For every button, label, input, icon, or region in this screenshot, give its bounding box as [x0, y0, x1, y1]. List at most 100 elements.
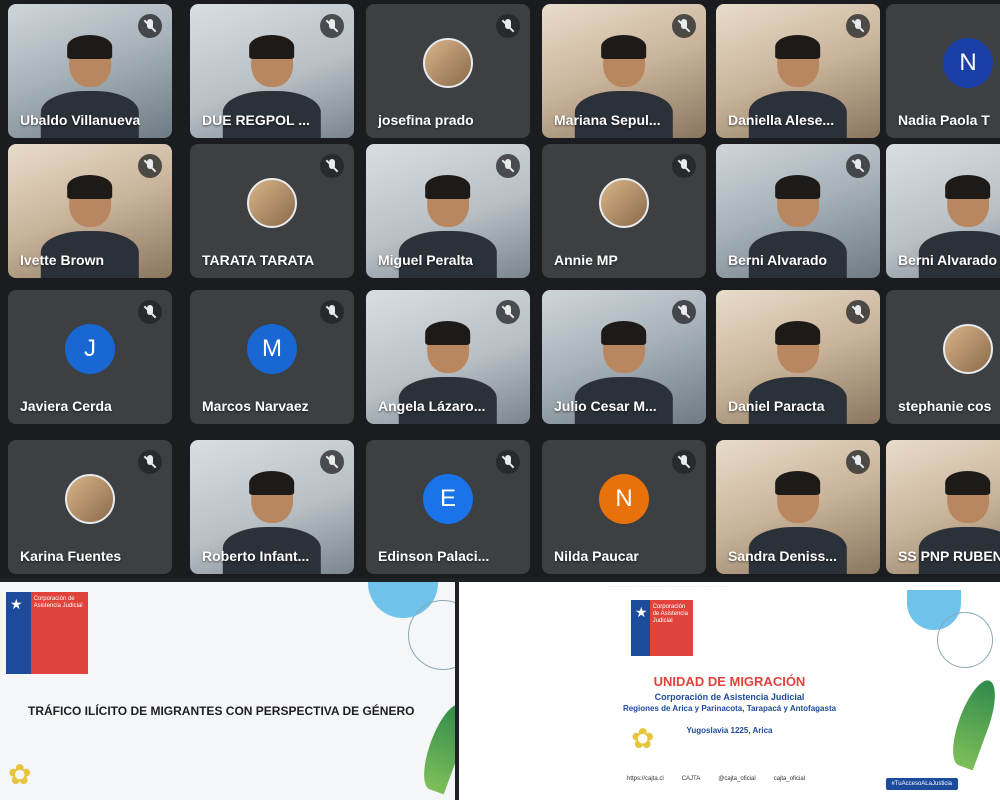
mic-off-icon [138, 450, 162, 474]
participant-avatar [599, 177, 649, 228]
slide-regions: Regiones de Arica y Parinacota, Tarapacá… [622, 704, 837, 713]
logo-text: Corporación de Asistencia Judicial [30, 592, 88, 674]
participant-tile[interactable]: E Edinson Palaci... [366, 440, 530, 574]
institution-logo: Corporación de Asistencia Judicial [6, 592, 88, 674]
participant-avatar [247, 177, 297, 228]
browser-bar-text: ··········· ·········· ··········· ·····… [609, 584, 728, 590]
mic-off-icon [320, 300, 344, 324]
participant-avatar [65, 473, 115, 524]
participant-name: Nilda Paucar [554, 548, 639, 564]
participant-name: DUE REGPOL ... [202, 112, 310, 128]
participant-name: Ivette Brown [20, 252, 105, 268]
footer-link: @cajta_oficial [718, 776, 756, 782]
participant-tile[interactable]: Miguel Peralta [366, 144, 530, 278]
participant-name: Annie MP [554, 252, 618, 268]
participant-name: Mariana Sepul... [554, 112, 661, 128]
mic-off-icon [138, 14, 162, 38]
slide-title: UNIDAD DE MIGRACIÓN [653, 674, 806, 689]
participant-name: Berni Alvarado [728, 252, 828, 268]
mic-off-icon [672, 154, 696, 178]
participant-name: stephanie cos [898, 398, 992, 414]
participant-tile[interactable]: SS PNP RUBEN [886, 440, 1000, 574]
participant-tile[interactable]: Berni Alvarado [716, 144, 880, 278]
participant-tile[interactable]: TARATA TARATA [190, 144, 354, 278]
presentation-slide-right: ··········· ·········· ··········· ·····… [459, 582, 1000, 800]
participant-tile[interactable]: Daniel Paracta [716, 290, 880, 424]
participant-name: Ubaldo Villanueva [20, 112, 141, 128]
participant-tile[interactable]: Angela Lázaro... [366, 290, 530, 424]
participant-name: Miguel Peralta [378, 252, 473, 268]
participant-tile[interactable]: J Javiera Cerda [8, 290, 172, 424]
hashtag-badge: #TuAccesoALaJusticia [885, 778, 958, 790]
participant-name: Angela Lázaro... [378, 398, 486, 414]
participant-tile[interactable]: stephanie cos [886, 290, 1000, 424]
video-grid: Ubaldo Villanueva DUE REGPOL ... josefina … [0, 0, 1000, 578]
mic-off-icon [846, 154, 870, 178]
mic-off-icon [138, 300, 162, 324]
participant-tile[interactable]: Julio Cesar M... [542, 290, 706, 424]
mic-off-icon [320, 14, 344, 38]
participant-name: TARATA TARATA [202, 252, 315, 268]
participant-name: Berni Alvarado [898, 252, 998, 268]
participant-tile[interactable]: Ivette Brown [8, 144, 172, 278]
participant-name: SS PNP RUBEN [898, 548, 1000, 564]
mic-off-icon [496, 154, 520, 178]
participant-name: Javiera Cerda [20, 398, 112, 414]
mic-off-icon [496, 300, 520, 324]
participant-tile[interactable]: Ubaldo Villanueva [8, 4, 172, 138]
slide-title: TRÁFICO ILÍCITO DE MIGRANTES CON PERSPEC… [28, 704, 415, 718]
participant-tile[interactable]: Daniella Alese... [716, 4, 880, 138]
participant-name: Sandra Deniss... [728, 548, 837, 564]
participant-name: Karina Fuentes [20, 548, 122, 564]
participant-tile[interactable]: josefina prado [366, 4, 530, 138]
participant-tile[interactable]: N Nadia Paola T [886, 4, 1000, 138]
participant-tile[interactable]: M Marcos Narvaez [190, 290, 354, 424]
mic-off-icon [138, 154, 162, 178]
participant-avatar [943, 323, 993, 374]
institution-logo: Corporación de Asistencia Judicial [631, 600, 693, 656]
mic-off-icon [496, 450, 520, 474]
participant-avatar: N [943, 37, 993, 88]
footer-link: CAJTA [681, 776, 701, 782]
slide-subtitle: Corporación de Asistencia Judicial [654, 692, 805, 702]
participant-tile[interactable]: Mariana Sepul... [542, 4, 706, 138]
participant-name: Marcos Narvaez [202, 398, 309, 414]
mic-off-icon [846, 300, 870, 324]
participant-tile[interactable]: DUE REGPOL ... [190, 4, 354, 138]
mic-off-icon [320, 450, 344, 474]
presentation-slide-left: Corporación de Asistencia Judicial ✿ TRÁ… [0, 582, 455, 800]
mic-off-icon [496, 14, 520, 38]
participant-avatar: E [423, 473, 473, 524]
participant-name: josefina prado [378, 112, 474, 128]
participant-tile[interactable]: Karina Fuentes [8, 440, 172, 574]
participant-avatar [423, 37, 473, 88]
logo-text: Corporación de Asistencia Judicial [649, 600, 693, 656]
footer-link: https://cajta.cl [627, 776, 664, 782]
decorative-shape [937, 612, 993, 668]
participant-name: Julio Cesar M... [554, 398, 657, 414]
mic-off-icon [672, 14, 696, 38]
decorative-leaf [415, 699, 455, 795]
participant-tile[interactable]: Berni Alvarado [886, 144, 1000, 278]
participant-name: Edinson Palaci... [378, 548, 490, 564]
mic-off-icon [672, 300, 696, 324]
participant-name: Roberto Infant... [202, 548, 310, 564]
participant-avatar: J [65, 323, 115, 374]
participant-name: Nadia Paola T [898, 112, 990, 128]
footer-link: cajta_oficial [773, 776, 806, 782]
participant-tile[interactable]: Roberto Infant... [190, 440, 354, 574]
mic-off-icon [320, 154, 344, 178]
decorative-leaf [944, 675, 1000, 771]
mic-off-icon [846, 14, 870, 38]
slide-address: Yugoslavia 1225, Arica [686, 726, 773, 735]
participant-name: Daniel Paracta [728, 398, 825, 414]
decorative-flower: ✿ [8, 759, 32, 790]
participant-tile[interactable]: Sandra Deniss... [716, 440, 880, 574]
participant-tile[interactable]: Annie MP [542, 144, 706, 278]
participant-name: Daniella Alese... [728, 112, 835, 128]
mic-off-icon [672, 450, 696, 474]
participant-avatar: M [247, 323, 297, 374]
participant-avatar: N [599, 473, 649, 524]
mic-off-icon [846, 450, 870, 474]
participant-tile[interactable]: N Nilda Paucar [542, 440, 706, 574]
